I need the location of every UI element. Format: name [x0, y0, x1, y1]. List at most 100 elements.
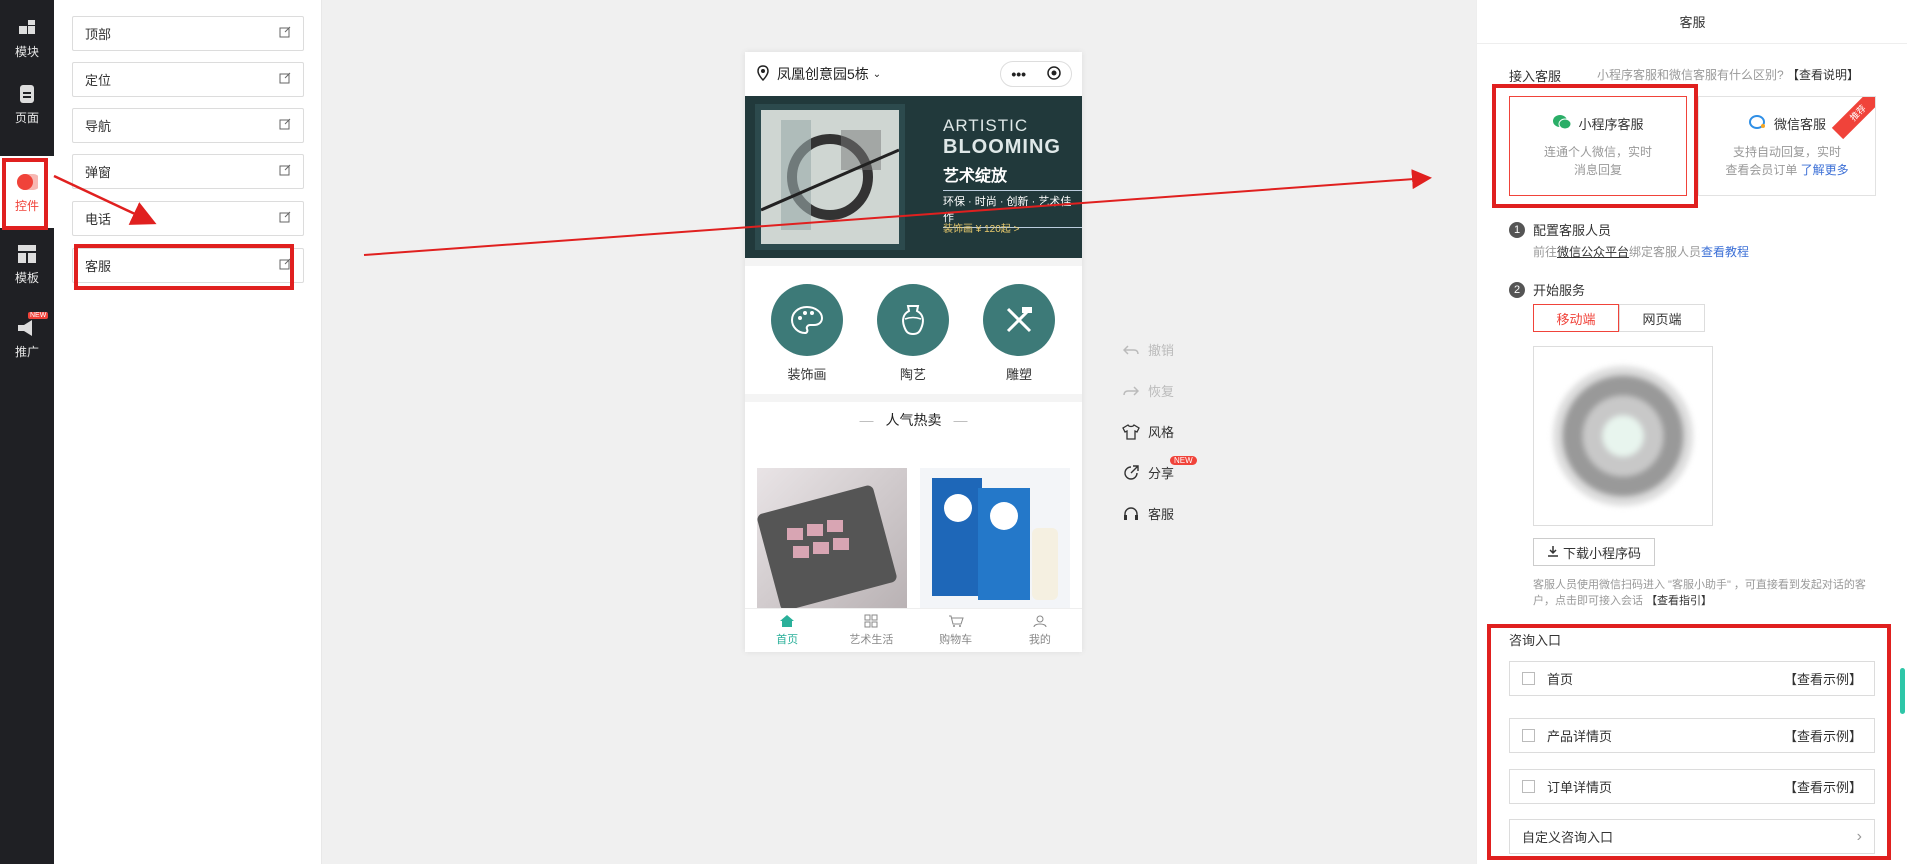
access-label: 接入客服: [1509, 69, 1562, 84]
card-wechat-service[interactable]: 推荐 微信客服 支持自动回复，实时 查看会员订单 了解更多: [1698, 96, 1876, 196]
category-item[interactable]: 装饰画: [771, 284, 843, 383]
sidebar-item-page[interactable]: 页面: [0, 70, 54, 138]
hot-sale-title: — 人气热卖 —: [745, 394, 1082, 438]
card-desc-line: 查看会员订单 了解更多: [1725, 161, 1848, 179]
step2-heading: 2 开始服务: [1509, 280, 1585, 299]
tab-art-life[interactable]: 艺术生活: [829, 609, 913, 652]
tab-cart[interactable]: 购物车: [914, 609, 998, 652]
widget-item-phone[interactable]: 电话: [72, 201, 304, 236]
tool-label: 客服: [1148, 507, 1175, 522]
product-image-makeup[interactable]: [757, 468, 907, 611]
sidebar-item-module[interactable]: 模块: [0, 4, 54, 72]
card-title: 微信客服: [1773, 116, 1826, 132]
widget-label: 弹窗: [85, 165, 112, 180]
more-icon[interactable]: •••: [1011, 66, 1026, 82]
diff-question-text: 小程序客服和微信客服有什么区别?: [1597, 68, 1784, 82]
tab-label: 艺术生活: [849, 634, 894, 646]
edit-icon[interactable]: [279, 164, 291, 179]
banner-line5: 装饰画 ¥ 120起 >: [943, 224, 1020, 235]
wechat-work-icon: [1748, 114, 1768, 133]
edit-icon[interactable]: [279, 26, 291, 41]
share-icon: [1122, 464, 1140, 482]
category-item[interactable]: 陶艺: [877, 284, 949, 383]
tool-redo[interactable]: 恢复: [1122, 381, 1174, 400]
edit-icon[interactable]: [279, 118, 291, 133]
tool-customer-service[interactable]: 客服: [1122, 504, 1174, 523]
tool-undo[interactable]: 撤销: [1122, 340, 1174, 359]
wechat-platform-link[interactable]: 微信公众平台: [1557, 245, 1629, 259]
banner-line2: BLOOMING: [943, 136, 1061, 158]
location-text[interactable]: 凤凰创意园5栋: [777, 64, 869, 84]
recommend-ribbon: 推荐: [1831, 97, 1875, 140]
download-label: 下载小程序码: [1562, 545, 1641, 561]
chevron-down-icon: ⌄: [872, 68, 882, 80]
edit-icon[interactable]: [279, 72, 291, 87]
widget-label: 电话: [85, 212, 112, 227]
mini-program-capsule[interactable]: •••: [1000, 61, 1072, 87]
widget-label: 导航: [85, 119, 112, 134]
download-qr-button[interactable]: 下载小程序码: [1533, 538, 1655, 566]
annotation-box-service-widget: [74, 244, 294, 290]
service-note: 客服人员使用微信扫码进入 "客服小助手" ，可直接看到发起对话的客户，点击即可接…: [1533, 577, 1885, 609]
undo-icon: [1122, 341, 1140, 359]
tab-label: 首页: [776, 634, 799, 646]
phone-header: 凤凰创意园5栋 ⌄ •••: [745, 52, 1082, 96]
widget-item-popup[interactable]: 弹窗: [72, 154, 304, 189]
icon-sidebar: 模块 页面 控件 模板 NEW 推广: [0, 0, 54, 864]
step-title: 开始服务: [1533, 283, 1586, 298]
hot-sale-label: 人气热卖: [885, 412, 942, 428]
sidebar-item-label: 模板: [14, 270, 39, 285]
palette-icon: [771, 284, 843, 356]
banner-line3: 艺术绽放: [943, 168, 1008, 185]
share-new-badge: NEW: [1170, 456, 1197, 465]
card-desc-text: 查看会员订单: [1725, 162, 1798, 177]
annotation-box-entry-section: [1487, 624, 1891, 860]
banner-line1: ARTISTIC: [943, 116, 1029, 135]
category-label: 装饰画: [787, 367, 827, 382]
category-item[interactable]: 雕塑: [983, 284, 1055, 383]
tab-label: 购物车: [939, 634, 973, 646]
step1-pre: 前往: [1533, 245, 1558, 259]
tab-bar: 首页 艺术生活 购物车 我的: [745, 608, 1082, 652]
guide-link[interactable]: 【查看指引】: [1646, 595, 1712, 607]
cart-icon: [948, 614, 964, 631]
diff-link[interactable]: 【查看说明】: [1787, 68, 1859, 82]
banner[interactable]: ARTISTIC BLOOMING 艺术绽放 环保 · 时尚 · 创新 · 艺术…: [745, 96, 1082, 258]
grid-icon: [864, 614, 878, 631]
scrollbar-thumb[interactable]: [1900, 668, 1905, 714]
learn-more-link[interactable]: 了解更多: [1801, 163, 1849, 177]
product-image-milk-powder[interactable]: [920, 468, 1070, 608]
widget-item-top[interactable]: 顶部: [72, 16, 304, 51]
sidebar-item-label: 推广: [14, 344, 39, 359]
tutorial-link[interactable]: 查看教程: [1701, 245, 1749, 259]
widget-item-location[interactable]: 定位: [72, 62, 304, 97]
access-diff-question: 小程序客服和微信客服有什么区别? 【查看说明】: [1597, 66, 1859, 83]
sidebar-item-template[interactable]: 模板: [0, 230, 54, 298]
step-title: 配置客服人员: [1533, 223, 1612, 238]
edit-icon[interactable]: [279, 211, 291, 226]
card-desc-line: 支持自动回复，实时: [1732, 144, 1841, 159]
step1-desc: 前往微信公众平台绑定客服人员查看教程: [1533, 243, 1749, 260]
annotation-box-mini-card: [1492, 84, 1698, 208]
tool-label: 撤销: [1148, 343, 1175, 358]
location-pin-icon: [757, 64, 769, 84]
redo-icon: [1122, 382, 1140, 400]
widget-label: 定位: [85, 73, 112, 88]
tool-label: 分享: [1148, 466, 1175, 481]
tab-mobile[interactable]: 移动端: [1533, 304, 1619, 332]
sidebar-item-label: 模块: [14, 44, 39, 59]
panel-title: 客服: [1477, 0, 1907, 44]
widget-item-nav[interactable]: 导航: [72, 108, 304, 143]
tab-mine[interactable]: 我的: [998, 609, 1082, 652]
tool-style[interactable]: 风格: [1122, 422, 1174, 441]
vase-icon: [877, 284, 949, 356]
sidebar-item-label: 页面: [14, 110, 39, 125]
widget-label: 顶部: [85, 27, 112, 42]
sidebar-item-promotion[interactable]: NEW 推广: [0, 304, 54, 372]
close-circle-icon[interactable]: [1046, 65, 1061, 83]
tab-home[interactable]: 首页: [745, 609, 829, 652]
tool-share[interactable]: 分享: [1122, 463, 1174, 482]
promotion-icon: [16, 317, 38, 339]
home-icon: [779, 614, 795, 631]
tab-web[interactable]: 网页端: [1619, 304, 1705, 332]
